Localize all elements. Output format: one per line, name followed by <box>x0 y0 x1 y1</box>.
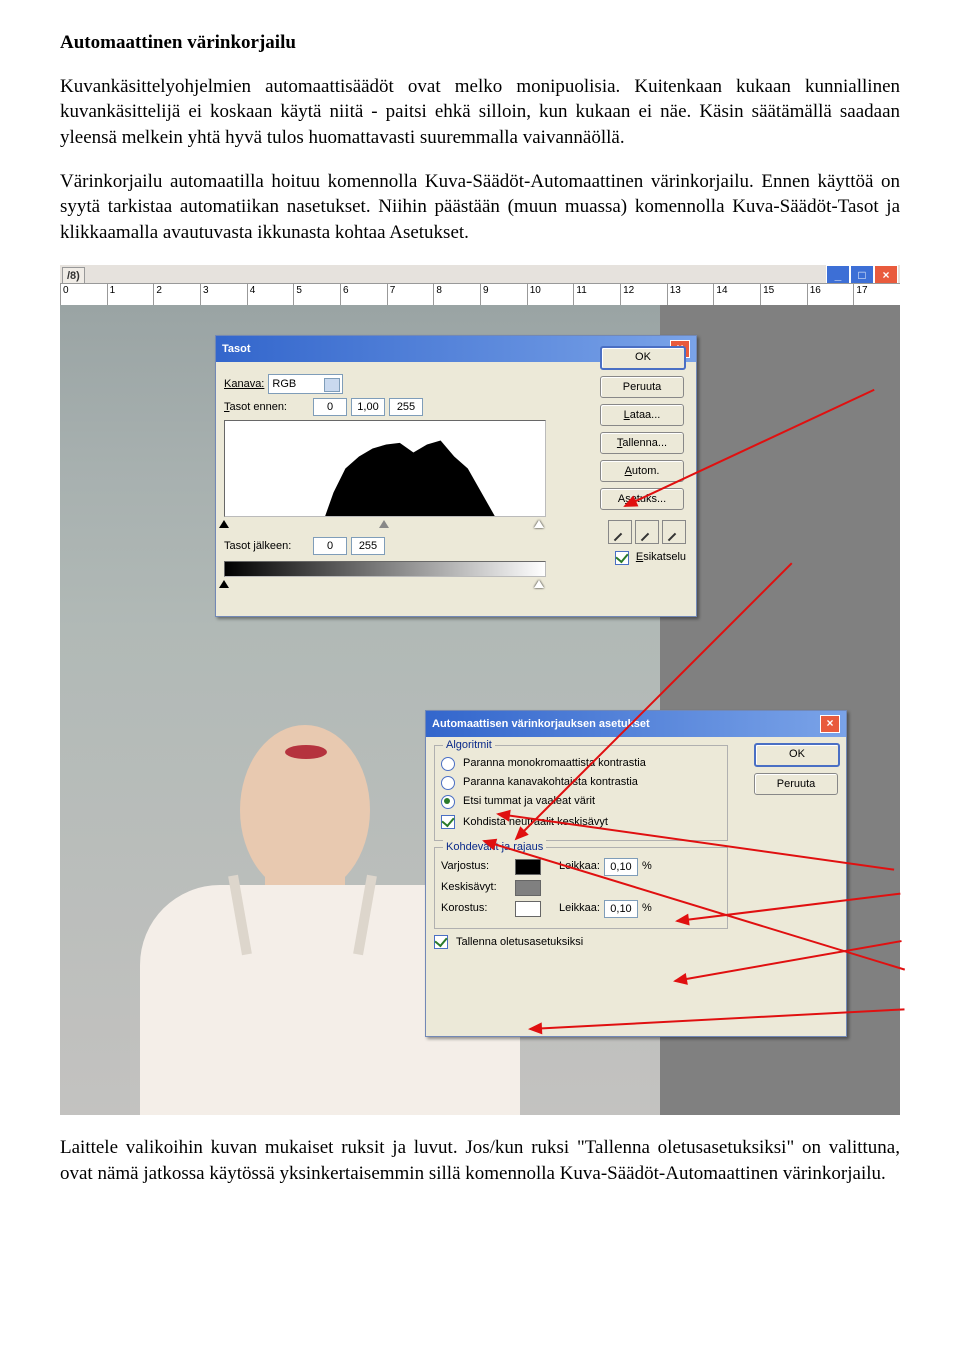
radio-mono-label: Paranna monokromaattista kontrastia <box>463 756 646 771</box>
clip-highlights-input[interactable]: 0,10 <box>604 900 638 918</box>
radio-darklight[interactable] <box>441 795 455 809</box>
levels-title-label: Tasot <box>222 342 251 357</box>
ruler-tick: 14 <box>713 284 760 306</box>
algo-group-title: Algoritmit <box>443 738 495 753</box>
figure: /8) _ □ × 0 1 2 3 4 5 6 7 8 9 10 11 12 1… <box>60 265 900 1115</box>
close-icon[interactable]: × <box>820 715 840 733</box>
auto-button[interactable]: Autom. <box>600 460 684 482</box>
autocolor-dialog: Automaattisen värinkorjauksen asetukset … <box>425 710 847 1037</box>
radio-perchannel[interactable] <box>441 776 455 790</box>
ruler-tick: 1 <box>107 284 154 306</box>
levels-before-lo[interactable]: 0 <box>313 398 347 416</box>
cancel-button[interactable]: Peruuta <box>754 773 838 795</box>
midtones-label: Keskisävyt: <box>441 880 511 895</box>
input-slider[interactable] <box>224 519 544 527</box>
doc-p1: Kuvankäsittelyohjelmien automaattisäädöt… <box>60 74 900 151</box>
preview-checkbox[interactable] <box>615 551 629 565</box>
shadows-swatch[interactable] <box>515 859 541 875</box>
channel-dropdown[interactable]: RGB <box>268 374 343 394</box>
highlights-swatch[interactable] <box>515 901 541 917</box>
editor-top: /8) _ □ × 0 1 2 3 4 5 6 7 8 9 10 11 12 1… <box>60 265 900 306</box>
load-button[interactable]: Lataa... <box>600 404 684 426</box>
ruler-tick: 0 <box>60 284 107 306</box>
radio-perchannel-label: Paranna kanavakohtaista kontrastia <box>463 775 638 790</box>
highlights-label: Korostus: <box>441 901 511 916</box>
eyedropper-white-icon[interactable] <box>662 520 686 544</box>
ruler-tick: 3 <box>200 284 247 306</box>
ruler-tick: 12 <box>620 284 667 306</box>
levels-after-lo[interactable]: 0 <box>313 537 347 555</box>
radio-mono[interactable] <box>441 757 455 771</box>
ruler-tick: 15 <box>760 284 807 306</box>
doc-p2: Värinkorjailu automaatilla hoituu komenn… <box>60 169 900 246</box>
ruler-tick: 6 <box>340 284 387 306</box>
levels-before-gamma[interactable]: 1,00 <box>351 398 385 416</box>
doc-p3: Laittele valikoihin kuvan mukaiset ruksi… <box>60 1135 900 1186</box>
ruler-tick: 9 <box>480 284 527 306</box>
pct-label: % <box>642 901 652 916</box>
ruler: 0 1 2 3 4 5 6 7 8 9 10 11 12 13 14 15 16… <box>60 283 900 306</box>
channel-label: Kanava: <box>224 377 264 392</box>
radio-darklight-label: Etsi tummat ja vaaleat värit <box>463 794 595 809</box>
preview-label: Esikatselu <box>636 551 686 563</box>
ruler-tick: 10 <box>527 284 574 306</box>
levels-before-label: Tasot ennen: <box>224 400 309 415</box>
save-defaults-label: Tallenna oletusasetuksiksi <box>456 935 583 950</box>
save-defaults-checkbox[interactable] <box>434 935 448 949</box>
ruler-tick: 17 <box>853 284 900 306</box>
ok-button[interactable]: OK <box>600 346 686 370</box>
histogram <box>224 420 546 517</box>
eyedropper-grey-icon[interactable] <box>635 520 659 544</box>
autocolor-titlebar[interactable]: Automaattisen värinkorjauksen asetukset … <box>426 711 846 737</box>
levels-before-hi[interactable]: 255 <box>389 398 423 416</box>
midtones-swatch[interactable] <box>515 880 541 896</box>
snap-midtones-checkbox[interactable] <box>441 815 455 829</box>
ruler-tick: 4 <box>247 284 294 306</box>
options-button[interactable]: Asetuks... <box>600 488 684 510</box>
ruler-tick: 2 <box>153 284 200 306</box>
shadows-label: Varjostus: <box>441 859 511 874</box>
cancel-button[interactable]: Peruuta <box>600 376 684 398</box>
ruler-tick: 16 <box>807 284 854 306</box>
doc-heading: Automaattinen värinkorjailu <box>60 30 900 56</box>
clip-label: Leikkaa: <box>559 901 600 916</box>
ruler-tick: 8 <box>433 284 480 306</box>
pct-label: % <box>642 859 652 874</box>
clip-shadows-input[interactable]: 0,10 <box>604 858 638 876</box>
ok-button[interactable]: OK <box>754 743 840 767</box>
eyedropper-black-icon[interactable] <box>608 520 632 544</box>
ruler-tick: 5 <box>293 284 340 306</box>
levels-dialog: Tasot × Kanava: RGB Tasot ennen: 0 1,00 … <box>215 335 697 617</box>
ruler-tick: 7 <box>387 284 434 306</box>
output-slider[interactable] <box>224 579 544 587</box>
output-gradient <box>224 561 546 577</box>
autocolor-title-label: Automaattisen värinkorjauksen asetukset <box>432 717 650 732</box>
levels-after-hi[interactable]: 255 <box>351 537 385 555</box>
ruler-tick: 13 <box>667 284 714 306</box>
save-button[interactable]: Tallenna... <box>600 432 684 454</box>
levels-after-label: Tasot jälkeen: <box>224 539 309 554</box>
ruler-tick: 11 <box>573 284 620 306</box>
